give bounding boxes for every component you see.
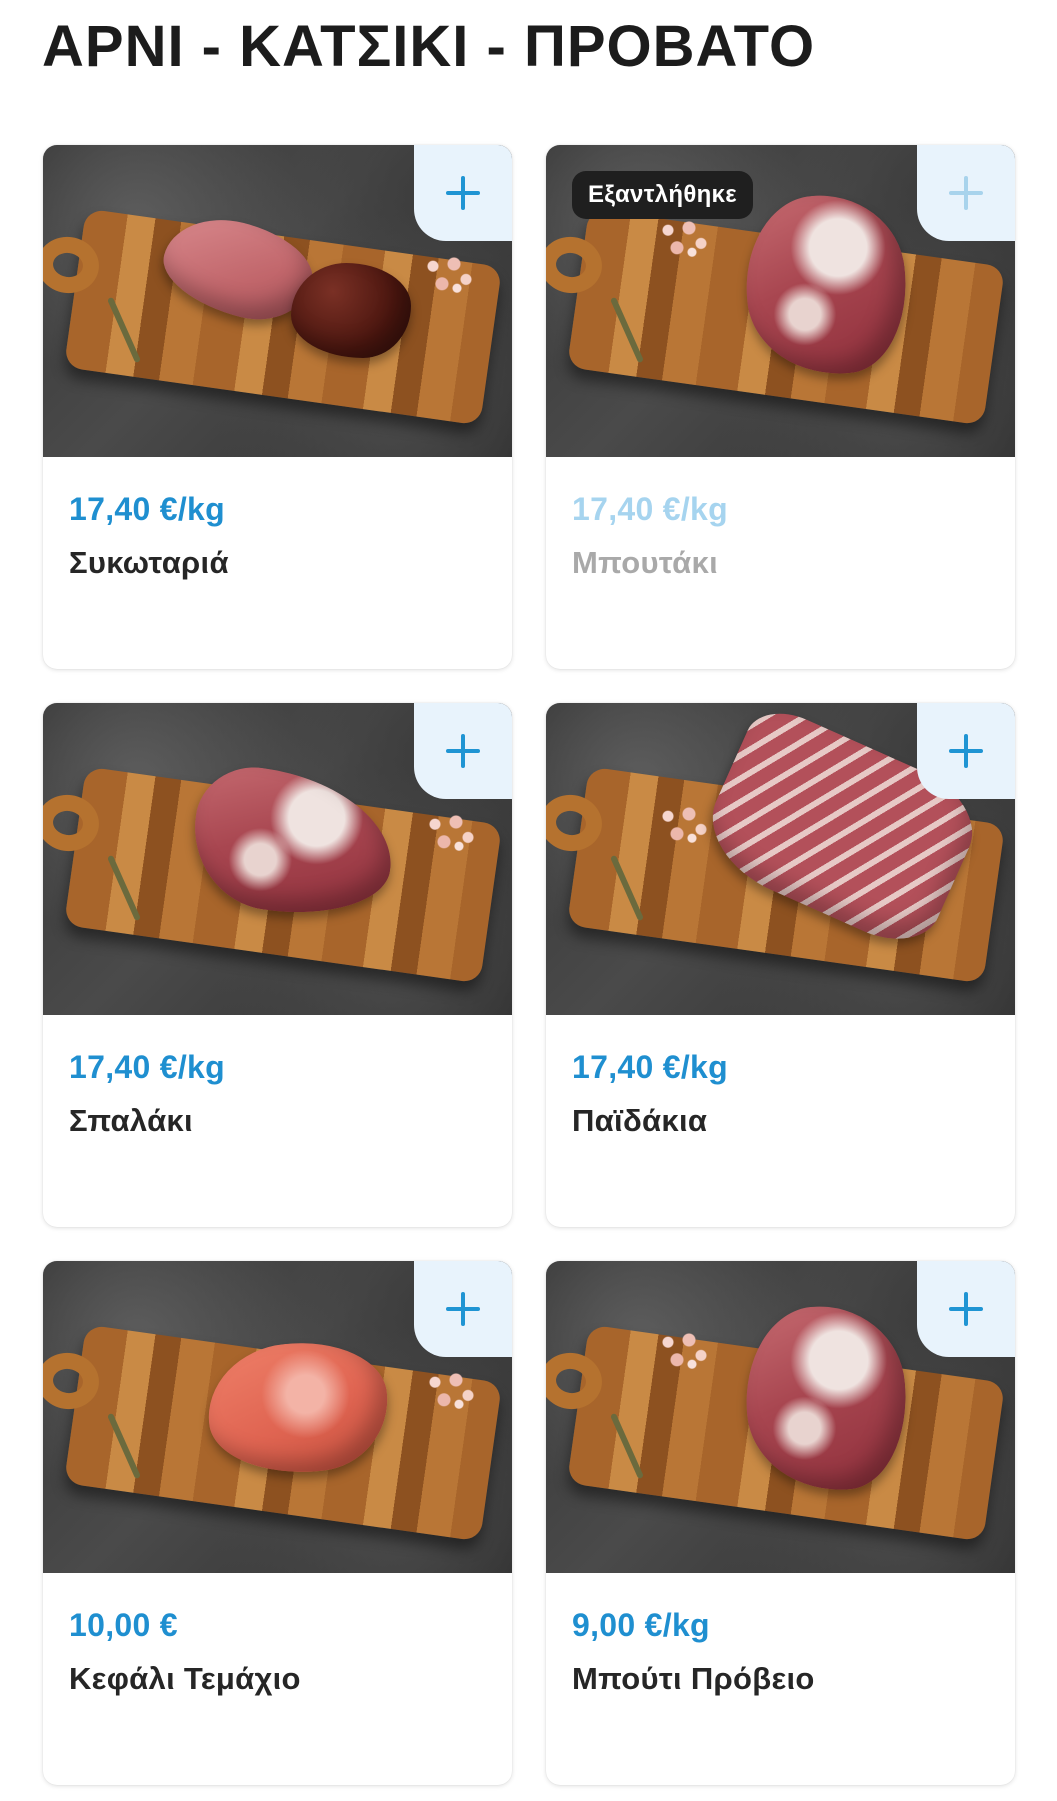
product-name[interactable]: Συκωταριά [69, 543, 486, 583]
product-info: 17,40 €/kg Σπαλάκι [43, 1015, 512, 1141]
liver-meat [291, 263, 411, 358]
salt-pile [656, 803, 716, 847]
salt-pile [421, 253, 481, 297]
product-name[interactable]: Μπούτι Πρόβειο [572, 1659, 989, 1699]
salt-pile [656, 217, 716, 261]
product-name[interactable]: Παϊδάκια [572, 1101, 989, 1141]
product-grid: 17,40 €/kg Συκωταριά Εξαντλήθηκε 17,40 €… [43, 145, 1015, 1785]
product-card[interactable]: 10,00 € Κεφάλι Τεμάχιο [43, 1261, 512, 1785]
product-price: 17,40 €/kg [572, 1049, 728, 1085]
plus-icon [446, 1292, 480, 1326]
add-to-cart-button[interactable] [917, 703, 1015, 799]
product-price: 17,40 €/kg [69, 491, 225, 527]
plus-icon [446, 176, 480, 210]
plus-icon [949, 734, 983, 768]
add-to-cart-button[interactable] [917, 145, 1015, 241]
product-name[interactable]: Μπουτάκι [572, 543, 989, 583]
product-price: 17,40 €/kg [69, 1049, 225, 1085]
product-card[interactable]: Εξαντλήθηκε 17,40 €/kg Μπουτάκι [546, 145, 1015, 669]
plus-icon [446, 734, 480, 768]
add-to-cart-button[interactable] [414, 703, 512, 799]
sold-out-badge: Εξαντλήθηκε [572, 171, 753, 219]
product-info: 10,00 € Κεφάλι Τεμάχιο [43, 1573, 512, 1699]
salt-pile [656, 1329, 716, 1373]
product-price: 10,00 € [69, 1607, 178, 1643]
plus-icon [949, 176, 983, 210]
product-list-page: ΑΡΝΙ - ΚΑΤΣΙΚΙ - ΠΡΟΒΑΤΟ 17,40 €/kg Συκω… [0, 0, 1057, 1801]
page-title: ΑΡΝΙ - ΚΑΤΣΙΚΙ - ΠΡΟΒΑΤΟ [42, 14, 816, 79]
product-price: 9,00 €/kg [572, 1607, 710, 1643]
product-card[interactable]: 17,40 €/kg Συκωταριά [43, 145, 512, 669]
add-to-cart-button[interactable] [917, 1261, 1015, 1357]
salt-pile [423, 1369, 483, 1413]
product-price: 17,40 €/kg [572, 491, 728, 527]
plus-icon [949, 1292, 983, 1326]
add-to-cart-button[interactable] [414, 145, 512, 241]
product-card[interactable]: 17,40 €/kg Παϊδάκια [546, 703, 1015, 1227]
product-info: 17,40 €/kg Μπουτάκι [546, 457, 1015, 583]
product-card[interactable]: 9,00 €/kg Μπούτι Πρόβειο [546, 1261, 1015, 1785]
product-info: 9,00 €/kg Μπούτι Πρόβειο [546, 1573, 1015, 1699]
product-info: 17,40 €/kg Συκωταριά [43, 457, 512, 583]
product-name[interactable]: Σπαλάκι [69, 1101, 486, 1141]
salt-pile [423, 811, 483, 855]
product-card[interactable]: 17,40 €/kg Σπαλάκι [43, 703, 512, 1227]
product-info: 17,40 €/kg Παϊδάκια [546, 1015, 1015, 1141]
product-name[interactable]: Κεφάλι Τεμάχιο [69, 1659, 486, 1699]
add-to-cart-button[interactable] [414, 1261, 512, 1357]
